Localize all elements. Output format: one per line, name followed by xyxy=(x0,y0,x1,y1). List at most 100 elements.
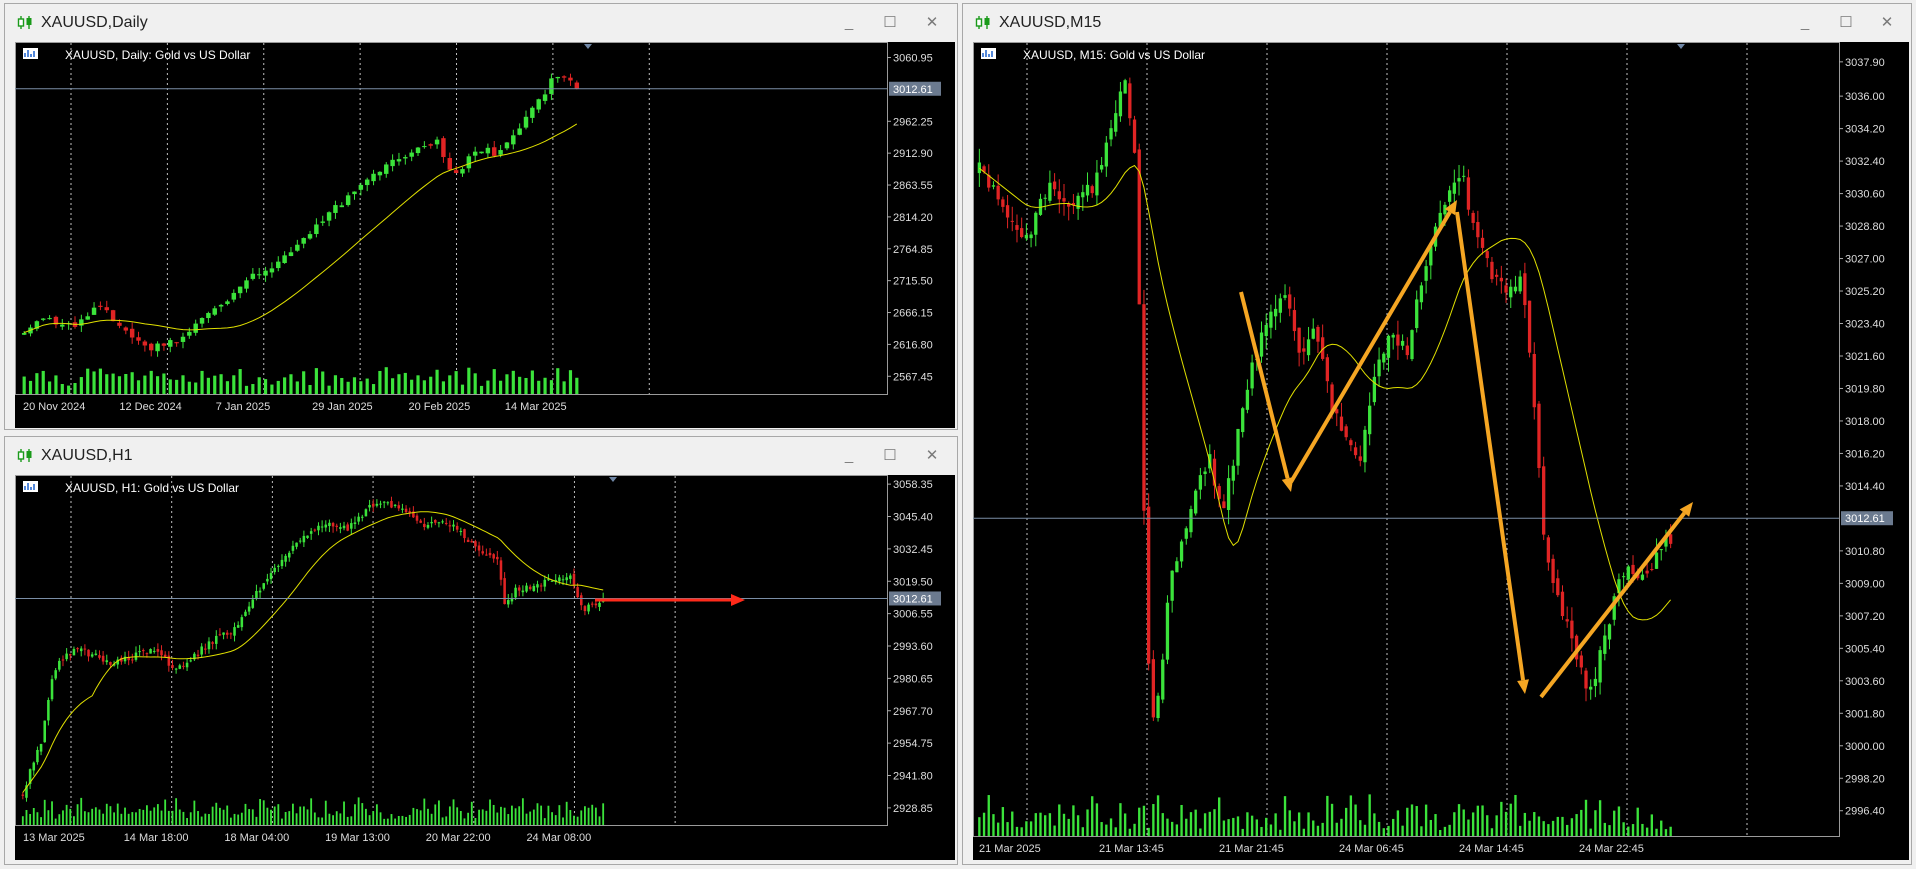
candle-body xyxy=(542,94,548,101)
maximize-button[interactable]: ☐ xyxy=(878,12,902,34)
time-axis-label: 20 Feb 2025 xyxy=(409,401,471,413)
close-button[interactable]: ✕ xyxy=(920,12,944,34)
window-daily[interactable]: XAUUSD,Daily _ ☐ ✕ 3060.95 3012.61 2962.25… xyxy=(4,3,958,430)
candle-body xyxy=(390,159,395,167)
window-title: XAUUSD,H1 xyxy=(41,447,133,464)
candle-body xyxy=(423,523,426,528)
candle-body xyxy=(1645,570,1649,574)
candle-body xyxy=(996,185,1000,200)
price-axis-label: 2715.50 xyxy=(893,276,933,288)
candle-body xyxy=(345,195,351,206)
candle-body xyxy=(1537,403,1541,469)
maximize-button[interactable]: ☐ xyxy=(878,445,902,467)
candle-body xyxy=(193,323,198,333)
titlebar-h1[interactable]: XAUUSD,H1 _ ☐ ✕ xyxy=(5,437,957,473)
volume-bars xyxy=(22,367,579,394)
candle-body xyxy=(41,318,46,320)
current-price-label: 3012.61 xyxy=(1845,513,1885,525)
chart-canvas[interactable]: 3058.35 3045.40 3032.45 3019.50 3012.61 3006.… xyxy=(15,475,955,860)
minimize-button[interactable]: _ xyxy=(837,12,861,34)
candle-body xyxy=(523,116,529,128)
candle-body xyxy=(21,794,25,796)
close-button[interactable]: ✕ xyxy=(920,445,944,467)
candle-body xyxy=(565,577,568,581)
candle-body xyxy=(1236,428,1240,466)
candle-body xyxy=(320,526,324,528)
candle-body xyxy=(129,328,135,338)
candle-body xyxy=(492,147,497,156)
candle-body xyxy=(1128,83,1132,119)
chart-canvas[interactable]: 3060.95 3012.61 2962.25 2912.90 2863.55 2814.… xyxy=(15,42,955,428)
minimize-button[interactable]: _ xyxy=(1793,12,1817,34)
chart-canvas[interactable]: 3037.90 3036.00 3034.20 3032.40 3030.60 3028.… xyxy=(973,42,1909,860)
candle-body xyxy=(138,651,141,653)
price-axis-label: 2993.60 xyxy=(893,641,933,653)
chart-info-bar: XAUUSD, M15: Gold vs US Dollar xyxy=(981,48,1205,62)
maximize-button[interactable]: ☐ xyxy=(1834,12,1858,34)
candle-body xyxy=(504,142,510,149)
candle-body xyxy=(1095,172,1099,196)
candle-body xyxy=(539,585,543,587)
close-button[interactable]: ✕ xyxy=(1875,12,1899,34)
candle-body xyxy=(1527,300,1532,353)
candle-body xyxy=(498,150,503,155)
candle-body xyxy=(485,147,491,154)
price-axis-label: 3030.60 xyxy=(1845,189,1885,201)
candle-body xyxy=(1640,574,1645,580)
minimize-button[interactable]: _ xyxy=(837,445,861,467)
candle-body xyxy=(110,310,116,322)
current-price-label: 3012.61 xyxy=(893,593,933,605)
candle-body xyxy=(1462,175,1466,177)
candle-body xyxy=(236,625,240,628)
price-chart-h1[interactable]: 3058.35 3045.40 3032.45 3019.50 3012.61 3006.… xyxy=(15,475,955,860)
trading-icon[interactable] xyxy=(981,48,1017,61)
time-axis-label: 19 Mar 13:00 xyxy=(325,832,390,844)
titlebar-m15[interactable]: XAUUSD,M15 _ ☐ ✕ xyxy=(963,4,1911,40)
candle-body xyxy=(401,508,404,510)
shift-marker xyxy=(1677,44,1685,49)
candle-body xyxy=(558,577,561,582)
candle-body xyxy=(1123,80,1127,94)
candle-body xyxy=(393,504,397,506)
candle-body xyxy=(85,316,90,320)
candle-body xyxy=(225,301,230,304)
candle-body xyxy=(284,555,287,562)
price-axis-label: 2967.70 xyxy=(893,706,933,718)
candle-body xyxy=(104,307,109,311)
candle-body xyxy=(233,627,236,636)
chart-info-bar: XAUUSD, H1: Gold vs US Dollar xyxy=(23,481,239,495)
candle-body xyxy=(590,603,594,605)
trading-icon[interactable] xyxy=(23,481,59,494)
candle-body xyxy=(460,169,465,174)
price-chart-daily[interactable]: 3060.95 3012.61 2962.25 2912.90 2863.55 2814.… xyxy=(15,42,955,428)
candle-body xyxy=(39,744,43,752)
candle-body xyxy=(430,522,433,524)
price-chart-m15[interactable]: 3037.90 3036.00 3034.20 3032.40 3030.60 3028.… xyxy=(973,42,1909,860)
candle-body xyxy=(583,606,587,612)
candle-body xyxy=(326,212,332,221)
window-h1[interactable]: XAUUSD,H1 _ ☐ ✕ 3058.35 3045.40 3032.45 301… xyxy=(4,436,958,865)
price-axis-label: 3025.20 xyxy=(1845,286,1885,298)
candle-body xyxy=(459,530,463,532)
candle-body xyxy=(1509,286,1513,298)
candle-body xyxy=(415,147,421,154)
candle-body xyxy=(339,527,342,529)
price-axis-label: 2666.15 xyxy=(893,308,933,320)
candle-body xyxy=(90,654,94,657)
candle-body xyxy=(569,575,572,579)
candle-body xyxy=(481,551,485,554)
trading-icon[interactable] xyxy=(23,48,59,61)
candle-body xyxy=(536,584,539,588)
candle-body xyxy=(386,502,390,504)
window-m15[interactable]: XAUUSD,M15 _ ☐ ✕ 3037.90 3036.00 3034.20 30… xyxy=(962,3,1912,865)
candle-body xyxy=(1001,199,1005,207)
candle-body xyxy=(379,503,382,505)
candle-body xyxy=(587,604,590,612)
candle-body xyxy=(360,516,364,518)
candle-body xyxy=(229,633,233,635)
titlebar-daily[interactable]: XAUUSD,Daily _ ☐ ✕ xyxy=(5,4,957,40)
candle-body xyxy=(1288,294,1292,309)
candle-body xyxy=(426,525,430,528)
time-axis-label: 20 Mar 22:00 xyxy=(426,832,491,844)
price-axis-label: 2567.45 xyxy=(893,371,933,383)
